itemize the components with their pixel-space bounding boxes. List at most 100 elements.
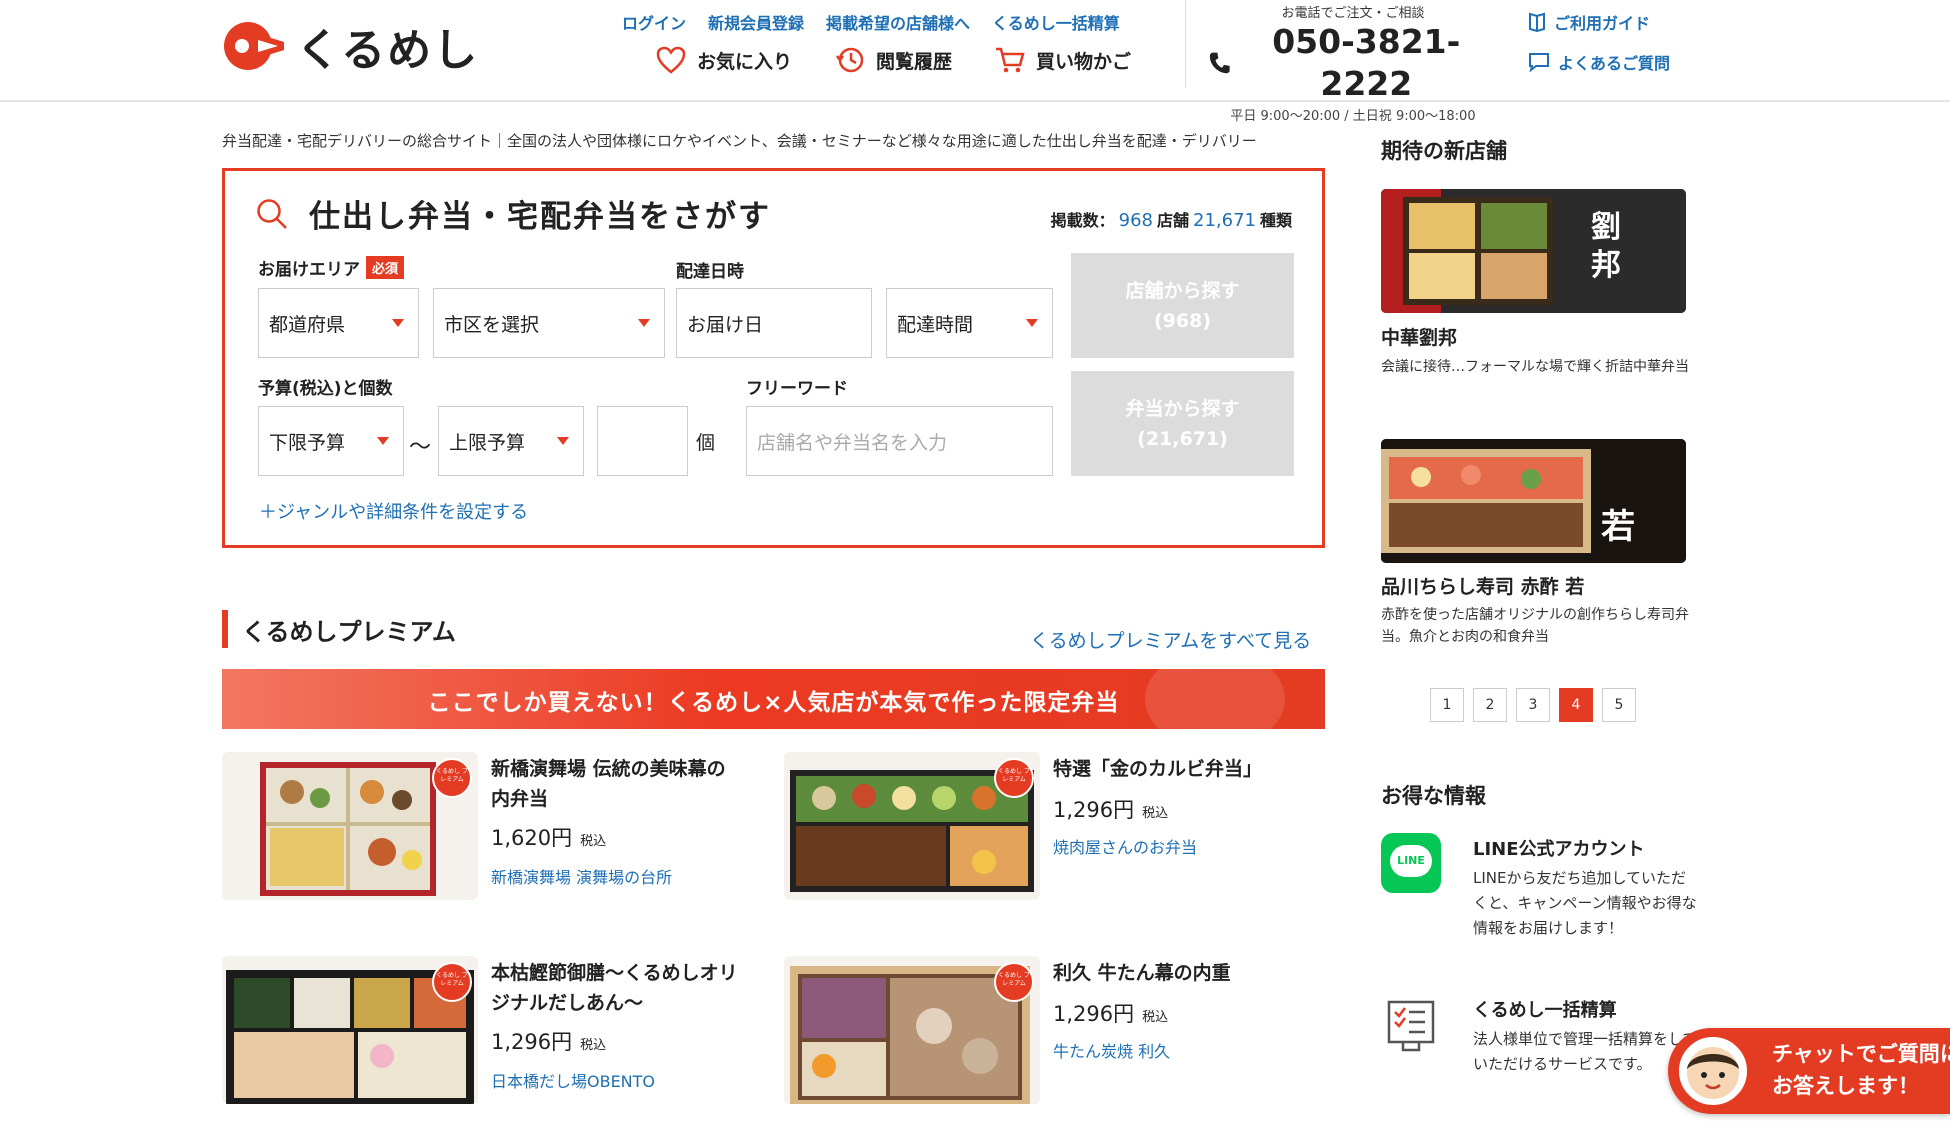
store-name[interactable]: 中華劉邦 [1381,323,1457,350]
card-shop-link[interactable]: 牛たん炭焼 利久 [1053,1038,1170,1062]
budget-min-select[interactable]: 下限予算 [258,406,404,476]
bento-photo-icon: くるめし プレミアム [222,752,478,900]
store-name[interactable]: 品川ちらし寿司 赤酢 若 [1381,572,1584,599]
guide-label: ご利用ガイド [1554,14,1651,33]
cart-icon [996,47,1025,73]
store-photo-icon[interactable]: 若 [1381,439,1686,563]
chat-text: チャットでご質問に お答えします！ [1772,1038,1950,1102]
premium-badge: くるめし プレミアム [994,962,1034,1002]
guide-link[interactable]: ご利用ガイド [1528,10,1670,34]
page-button[interactable]: 5 [1602,688,1636,722]
page-button[interactable]: 3 [1516,688,1550,722]
site-logo[interactable]: くるめし [222,14,479,78]
chat-support-button[interactable]: チャットでご質問に お答えします！ [1668,1028,1950,1114]
register-link[interactable]: 新規会員登録 [708,10,804,34]
price-value: 1,296円 [1053,798,1135,822]
bulk-billing-title[interactable]: くるめし一括精算 [1473,996,1617,1022]
premium-badge: くるめし プレミアム [432,758,472,798]
history-label: 閲覧履歴 [876,50,953,73]
invoice-icon [1383,998,1439,1058]
favorites-label: お気に入り [697,50,793,73]
city-value: 市区を選択 [444,313,540,336]
bento-photo-icon: くるめし プレミアム [784,956,1040,1104]
store-desc: 赤酢を使った店舗オリジナルの創作ちらし寿司弁当。魚介とお肉の和食弁当 [1381,607,1689,645]
premium-see-all-link[interactable]: くるめしプレミアムをすべて見る [1030,626,1311,653]
login-link[interactable]: ログイン [622,10,686,34]
budget-max-value: 上限予算 [449,431,526,454]
bulk-billing-link[interactable]: くるめし一括精算 [992,10,1120,34]
card-title: 新橋演舞場 伝統の美味幕の 内弁当 [491,754,756,814]
search-by-bento-button[interactable]: 弁当から探す (21,671) [1071,371,1294,476]
search-icon [257,198,287,229]
heading-accent-bar [222,610,228,648]
prefecture-value: 都道府県 [269,313,346,336]
premium-title: くるめしプレミアム [242,617,456,646]
store-pagination: 1 2 3 4 5 [1430,688,1636,722]
premium-card[interactable]: くるめし プレミアム 新橋演舞場 伝統の美味幕の 内弁当 1,620円 税込 新橋演… [222,752,762,902]
item-unit: 種類 [1259,211,1292,230]
budget-max-select[interactable]: 上限予算 [438,406,584,476]
tel-text: 050-3821-2222 [1272,22,1461,103]
logo-mark-icon [222,20,286,72]
premium-banner[interactable]: ここでしか買えない！くるめし×人気店が本気で作った限定弁当 [222,669,1325,729]
dropdown-arrow-icon [392,319,404,327]
freeword-input[interactable]: 店舗名や弁当名を入力 [746,406,1053,476]
shop-listing-link[interactable]: 掲載希望の店舗様へ [826,10,970,34]
store-desc: 会議に接待…フォーマルな場で輝く折詰中華弁当 [1381,359,1689,375]
dropdown-arrow-icon [377,437,389,445]
search-by-store-button[interactable]: 店舗から探す (968) [1071,253,1294,358]
help-links: ご利用ガイド よくあるご質問 [1528,10,1670,90]
bento-photo-icon: くるめし プレミアム [784,752,1040,900]
site-header: くるめし ログイン 新規会員登録 掲載希望の店舗様へ くるめし一括精算 お気に入… [0,0,1950,124]
date-value: お届け日 [687,313,764,336]
card-price: 1,296円 税込 [1053,998,1168,1028]
cart-link[interactable]: 買い物かご [994,44,1131,76]
line-icon-text: LINE [1390,845,1432,877]
header-divider [1185,0,1186,88]
store-sign: 劉邦 [1591,210,1621,283]
item-count: 21,671 [1193,210,1256,231]
card-shop-link[interactable]: 焼肉屋さんのお弁当 [1053,834,1197,858]
card-title-line1: 本枯鰹節御膳〜くるめしオリ [491,962,738,984]
tax-label: 税込 [1142,1010,1169,1025]
quantity-unit: 個 [696,432,716,454]
search-title: 仕出し弁当・宅配弁当をさがす [309,199,771,235]
delivery-date-input[interactable]: お届け日 [676,288,872,358]
store-count: 968 [1118,210,1153,231]
favorites-link[interactable]: お気に入り [655,44,792,76]
line-title[interactable]: LINE公式アカウント [1473,835,1645,861]
store-sign: 若 [1601,507,1635,547]
history-link[interactable]: 閲覧履歴 [834,44,952,76]
price-value: 1,620円 [491,826,573,850]
date-label: 配達日時 [676,262,744,282]
detail-conditions-link[interactable]: ＋ジャンルや詳細条件を設定する [259,498,528,524]
card-shop-link[interactable]: 日本橋だし場OBENTO [491,1068,655,1092]
city-select[interactable]: 市区を選択 [433,288,665,358]
new-stores-heading: 期待の新店舗 [1381,139,1507,163]
page-button-active[interactable]: 4 [1559,688,1593,722]
icon-links: お気に入り 閲覧履歴 買い物かご [655,44,1131,76]
delivery-time-select[interactable]: 配達時間 [886,288,1053,358]
search-heading: 仕出し弁当・宅配弁当をさがす [255,191,771,236]
phone-contact: お電話でご注文・ご相談 050-3821-2222 平日 9:00〜20:00 … [1208,2,1498,124]
premium-card[interactable]: くるめし プレミアム 利久 牛たん幕の内重 1,296円 税込 牛たん炭焼 利久 [784,956,1324,1106]
line-desc: LINEから友だち追加していただくと、キャンペーン情報やお得な情報をお届けします… [1473,869,1697,937]
quantity-input[interactable] [597,406,688,476]
faq-link[interactable]: よくあるご質問 [1528,50,1670,74]
page-button[interactable]: 2 [1473,688,1507,722]
card-title: 本枯鰹節御膳〜くるめしオリ ジナルだしあん〜 [491,958,756,1018]
tel-hours: 平日 9:00〜20:00 / 土日祝 9:00〜18:00 [1230,109,1476,124]
premium-card[interactable]: くるめし プレミアム 本枯鰹節御膳〜くるめしオリ ジナルだしあん〜 1,296円税… [222,956,762,1106]
store-photo-icon[interactable]: 劉邦 [1381,189,1686,313]
premium-card[interactable]: くるめし プレミアム 特選「金のカルビ弁当」 1,296円 税込 焼肉屋さんのお弁… [784,752,1324,902]
card-title-line2: ジナルだしあん〜 [491,992,644,1014]
card-price: 1,296円 税込 [491,1026,606,1056]
page-button[interactable]: 1 [1430,688,1464,722]
budget-label: 予算(税込)と個数 [258,379,393,399]
faq-bubble-icon [1529,53,1549,72]
card-shop-link[interactable]: 新橋演舞場 演舞場の台所 [491,864,672,888]
phone-number[interactable]: 050-3821-2222 [1208,21,1498,105]
line-icon[interactable]: LINE [1381,833,1441,893]
tel-note: お電話でご注文・ご相談 [1281,6,1425,21]
prefecture-select[interactable]: 都道府県 [258,288,419,358]
